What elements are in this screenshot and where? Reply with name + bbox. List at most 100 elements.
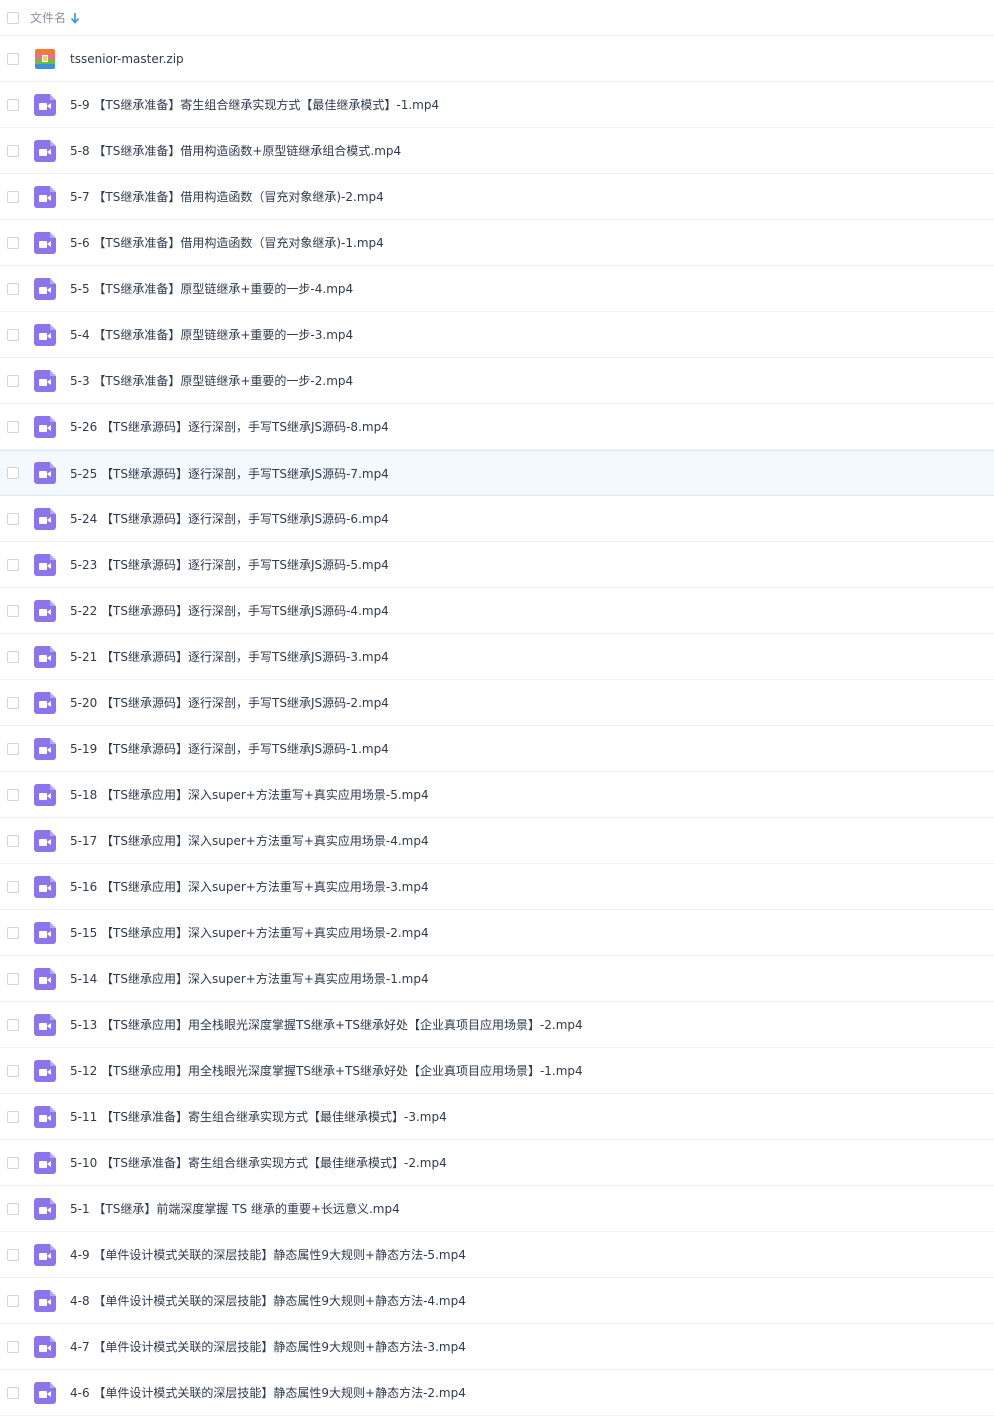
row-checkbox[interactable]	[7, 236, 19, 249]
file-row[interactable]: 5-23 【TS继承源码】逐行深剖，手写TS继承JS源码-5.mp4	[0, 542, 994, 588]
row-checkbox[interactable]	[7, 1248, 19, 1261]
file-row[interactable]: 4-8 【单件设计模式关联的深层技能】静态属性9大规则+静态方法-4.mp4	[0, 1278, 994, 1324]
file-row[interactable]: 5-3 【TS继承准备】原型链继承+重要的一步-2.mp4	[0, 358, 994, 404]
file-name-link[interactable]: 5-8 【TS继承准备】借用构造函数+原型链继承组合模式.mp4	[70, 142, 401, 159]
file-name-link[interactable]: 5-24 【TS继承源码】逐行深剖，手写TS继承JS源码-6.mp4	[70, 510, 389, 527]
file-name-link[interactable]: 5-19 【TS继承源码】逐行深剖，手写TS继承JS源码-1.mp4	[70, 740, 389, 757]
file-name-link[interactable]: tssenior-master.zip	[70, 52, 184, 66]
file-row[interactable]: 5-4 【TS继承准备】原型链继承+重要的一步-3.mp4	[0, 312, 994, 358]
file-name-link[interactable]: 5-1 【TS继承】前端深度掌握 TS 继承的重要+长远意义.mp4	[70, 1200, 400, 1217]
file-list: 文件名 tssenior-master.zip 5-9 【TS继承准备】寄生组合继…	[0, 0, 994, 1416]
video-file-icon	[34, 783, 56, 806]
file-name-link[interactable]: 5-17 【TS继承应用】深入super+方法重写+真实应用场景-4.mp4	[70, 832, 429, 849]
file-row[interactable]: 5-17 【TS继承应用】深入super+方法重写+真实应用场景-4.mp4	[0, 818, 994, 864]
row-checkbox[interactable]	[7, 788, 19, 801]
file-name-link[interactable]: 5-13 【TS继承应用】用全栈眼光深度掌握TS继承+TS继承好处【企业真项目应…	[70, 1016, 583, 1033]
file-row[interactable]: 5-15 【TS继承应用】深入super+方法重写+真实应用场景-2.mp4	[0, 910, 994, 956]
file-name-link[interactable]: 5-14 【TS继承应用】深入super+方法重写+真实应用场景-1.mp4	[70, 970, 429, 987]
row-checkbox[interactable]	[7, 558, 19, 571]
row-checkbox[interactable]	[7, 420, 19, 433]
row-checkbox[interactable]	[7, 512, 19, 525]
row-checkbox[interactable]	[7, 52, 19, 65]
row-checkbox[interactable]	[7, 282, 19, 295]
file-name-link[interactable]: 5-16 【TS继承应用】深入super+方法重写+真实应用场景-3.mp4	[70, 878, 429, 895]
file-name-link[interactable]: 5-7 【TS继承准备】借用构造函数（冒充对象继承)-2.mp4	[70, 188, 384, 205]
file-name-link[interactable]: 5-9 【TS继承准备】寄生组合继承实现方式【最佳继承模式】-1.mp4	[70, 96, 439, 113]
row-checkbox[interactable]	[7, 374, 19, 387]
row-checkbox[interactable]	[7, 834, 19, 847]
row-checkbox[interactable]	[7, 1386, 19, 1399]
row-checkbox[interactable]	[7, 972, 19, 985]
file-row[interactable]: 5-18 【TS继承应用】深入super+方法重写+真实应用场景-5.mp4	[0, 772, 994, 818]
file-row[interactable]: 4-7 【单件设计模式关联的深层技能】静态属性9大规则+静态方法-3.mp4	[0, 1324, 994, 1370]
file-row[interactable]: 5-10 【TS继承准备】寄生组合继承实现方式【最佳继承模式】-2.mp4	[0, 1140, 994, 1186]
file-row[interactable]: 5-16 【TS继承应用】深入super+方法重写+真实应用场景-3.mp4	[0, 864, 994, 910]
row-checkbox[interactable]	[7, 144, 19, 157]
video-file-icon	[34, 599, 56, 622]
row-checkbox[interactable]	[7, 880, 19, 893]
file-row[interactable]: 5-8 【TS继承准备】借用构造函数+原型链继承组合模式.mp4	[0, 128, 994, 174]
file-name-link[interactable]: 5-18 【TS继承应用】深入super+方法重写+真实应用场景-5.mp4	[70, 786, 429, 803]
file-row[interactable]: 5-1 【TS继承】前端深度掌握 TS 继承的重要+长远意义.mp4	[0, 1186, 994, 1232]
row-checkbox[interactable]	[7, 650, 19, 663]
row-checkbox[interactable]	[7, 742, 19, 755]
file-row[interactable]: 5-20 【TS继承源码】逐行深剖，手写TS继承JS源码-2.mp4	[0, 680, 994, 726]
file-row[interactable]: 5-7 【TS继承准备】借用构造函数（冒充对象继承)-2.mp4	[0, 174, 994, 220]
file-row[interactable]: tssenior-master.zip	[0, 36, 994, 82]
file-row[interactable]: 4-9 【单件设计模式关联的深层技能】静态属性9大规则+静态方法-5.mp4	[0, 1232, 994, 1278]
row-checkbox[interactable]	[7, 1110, 19, 1123]
file-row[interactable]: 5-26 【TS继承源码】逐行深剖，手写TS继承JS源码-8.mp4	[0, 404, 994, 450]
file-row[interactable]: 5-22 【TS继承源码】逐行深剖，手写TS继承JS源码-4.mp4	[0, 588, 994, 634]
file-name-link[interactable]: 5-6 【TS继承准备】借用构造函数（冒充对象继承)-1.mp4	[70, 234, 384, 251]
row-checkbox[interactable]	[7, 1294, 19, 1307]
file-row[interactable]: 4-6 【单件设计模式关联的深层技能】静态属性9大规则+静态方法-2.mp4	[0, 1370, 994, 1416]
row-checkbox[interactable]	[7, 190, 19, 203]
row-checkbox[interactable]	[7, 1156, 19, 1169]
file-name-link[interactable]: 5-4 【TS继承准备】原型链继承+重要的一步-3.mp4	[70, 326, 353, 343]
file-name-link[interactable]: 4-7 【单件设计模式关联的深层技能】静态属性9大规则+静态方法-3.mp4	[70, 1338, 466, 1355]
file-name-link[interactable]: 5-3 【TS继承准备】原型链继承+重要的一步-2.mp4	[70, 372, 353, 389]
file-row[interactable]: 5-5 【TS继承准备】原型链继承+重要的一步-4.mp4	[0, 266, 994, 312]
file-row[interactable]: 5-24 【TS继承源码】逐行深剖，手写TS继承JS源码-6.mp4	[0, 496, 994, 542]
video-file-icon	[34, 415, 56, 438]
row-checkbox[interactable]	[7, 1018, 19, 1031]
file-row[interactable]: 5-21 【TS继承源码】逐行深剖，手写TS继承JS源码-3.mp4	[0, 634, 994, 680]
row-checkbox[interactable]	[7, 1202, 19, 1215]
row-checkbox[interactable]	[7, 1064, 19, 1077]
video-file-icon	[34, 829, 56, 852]
file-name-link[interactable]: 5-25 【TS继承源码】逐行深剖，手写TS继承JS源码-7.mp4	[70, 465, 389, 482]
video-file-icon	[34, 691, 56, 714]
video-file-icon	[34, 277, 56, 300]
file-row[interactable]: 5-6 【TS继承准备】借用构造函数（冒充对象继承)-1.mp4	[0, 220, 994, 266]
select-all-checkbox[interactable]	[7, 11, 19, 24]
row-checkbox[interactable]	[7, 98, 19, 111]
file-name-link[interactable]: 5-22 【TS继承源码】逐行深剖，手写TS继承JS源码-4.mp4	[70, 602, 389, 619]
file-name-link[interactable]: 5-12 【TS继承应用】用全栈眼光深度掌握TS继承+TS继承好处【企业真项目应…	[70, 1062, 583, 1079]
row-checkbox[interactable]	[7, 926, 19, 939]
file-name-link[interactable]: 5-26 【TS继承源码】逐行深剖，手写TS继承JS源码-8.mp4	[70, 418, 389, 435]
row-checkbox[interactable]	[7, 604, 19, 617]
file-name-link[interactable]: 4-6 【单件设计模式关联的深层技能】静态属性9大规则+静态方法-2.mp4	[70, 1384, 466, 1401]
file-row[interactable]: 5-9 【TS继承准备】寄生组合继承实现方式【最佳继承模式】-1.mp4	[0, 82, 994, 128]
file-row[interactable]: 5-11 【TS继承准备】寄生组合继承实现方式【最佳继承模式】-3.mp4	[0, 1094, 994, 1140]
file-name-link[interactable]: 5-5 【TS继承准备】原型链继承+重要的一步-4.mp4	[70, 280, 353, 297]
file-name-link[interactable]: 5-15 【TS继承应用】深入super+方法重写+真实应用场景-2.mp4	[70, 924, 429, 941]
row-checkbox[interactable]	[7, 1340, 19, 1353]
row-checkbox[interactable]	[7, 328, 19, 341]
file-name-link[interactable]: 5-21 【TS继承源码】逐行深剖，手写TS继承JS源码-3.mp4	[70, 648, 389, 665]
row-checkbox[interactable]	[7, 696, 19, 709]
file-row[interactable]: 5-25 【TS继承源码】逐行深剖，手写TS继承JS源码-7.mp4	[0, 450, 994, 496]
row-checkbox[interactable]	[7, 467, 19, 479]
file-name-link[interactable]: 5-20 【TS继承源码】逐行深剖，手写TS继承JS源码-2.mp4	[70, 694, 389, 711]
file-name-link[interactable]: 5-23 【TS继承源码】逐行深剖，手写TS继承JS源码-5.mp4	[70, 556, 389, 573]
file-row[interactable]: 5-12 【TS继承应用】用全栈眼光深度掌握TS继承+TS继承好处【企业真项目应…	[0, 1048, 994, 1094]
file-name-link[interactable]: 4-8 【单件设计模式关联的深层技能】静态属性9大规则+静态方法-4.mp4	[70, 1292, 466, 1309]
file-row[interactable]: 5-13 【TS继承应用】用全栈眼光深度掌握TS继承+TS继承好处【企业真项目应…	[0, 1002, 994, 1048]
video-file-icon	[34, 645, 56, 668]
sort-by-name-button[interactable]: 文件名	[30, 9, 80, 26]
file-name-link[interactable]: 5-11 【TS继承准备】寄生组合继承实现方式【最佳继承模式】-3.mp4	[70, 1108, 447, 1125]
file-row[interactable]: 5-14 【TS继承应用】深入super+方法重写+真实应用场景-1.mp4	[0, 956, 994, 1002]
file-name-link[interactable]: 4-9 【单件设计模式关联的深层技能】静态属性9大规则+静态方法-5.mp4	[70, 1246, 466, 1263]
file-name-link[interactable]: 5-10 【TS继承准备】寄生组合继承实现方式【最佳继承模式】-2.mp4	[70, 1154, 447, 1171]
file-row[interactable]: 5-19 【TS继承源码】逐行深剖，手写TS继承JS源码-1.mp4	[0, 726, 994, 772]
